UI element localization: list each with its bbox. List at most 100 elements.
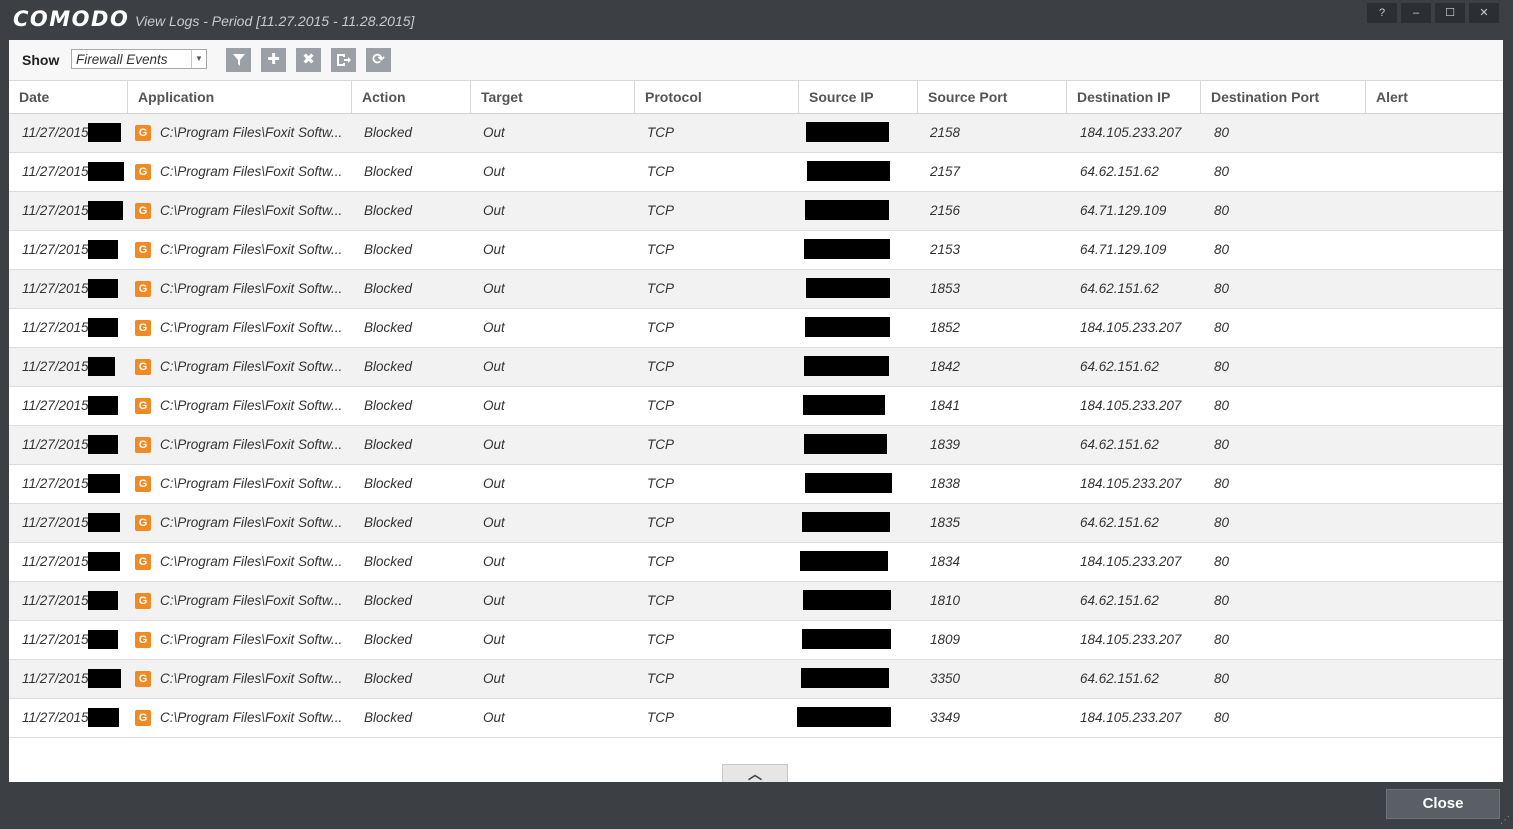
destination-port-cell: 80 <box>1214 437 1230 452</box>
action-cell: Blocked <box>364 359 413 374</box>
chevron-up-icon: ︿ <box>748 766 762 782</box>
destination-ip-cell: 184.105.233.207 <box>1080 398 1182 413</box>
destination-port-cell: 80 <box>1214 710 1230 725</box>
source-port-cell: 2156 <box>930 203 961 218</box>
refresh-button[interactable]: ⟳ <box>366 48 391 72</box>
target-cell: Out <box>483 632 505 647</box>
foxit-app-icon: G <box>135 281 151 297</box>
target-cell: Out <box>483 593 505 608</box>
help-button[interactable]: ? <box>1367 3 1397 23</box>
redacted-source-ip <box>797 707 891 727</box>
protocol-cell: TCP <box>647 398 674 413</box>
column-header-protocol[interactable]: Protocol <box>635 81 799 113</box>
application-cell: C:\Program Files\Foxit Softw... <box>160 203 343 218</box>
protocol-cell: TCP <box>647 320 674 335</box>
window-controls: ? – ☐ ✕ <box>1363 3 1499 23</box>
source-port-cell: 1838 <box>930 476 961 491</box>
destination-ip-cell: 184.105.233.207 <box>1080 710 1182 725</box>
table-row[interactable]: 11/27/2015 G C:\Program Files\Foxit Softw.… <box>9 660 1503 699</box>
destination-ip-cell: 64.62.151.62 <box>1080 164 1159 179</box>
column-header-action[interactable]: Action <box>352 81 471 113</box>
action-cell: Blocked <box>364 554 413 569</box>
add-button[interactable]: ✚ <box>261 48 286 72</box>
destination-port-cell: 80 <box>1214 593 1230 608</box>
table-row[interactable]: 11/27/2015 G C:\Program Files\Foxit Softw.… <box>9 543 1503 582</box>
maximize-button[interactable]: ☐ <box>1435 3 1465 23</box>
table-row[interactable]: 11/27/2015 G C:\Program Files\Foxit Softw.… <box>9 465 1503 504</box>
redacted-time <box>88 162 124 181</box>
table-row[interactable]: 11/27/2015 G C:\Program Files\Foxit Softw.… <box>9 582 1503 621</box>
date-cell: 11/27/2015 <box>22 242 89 257</box>
comodo-logo: COMODO <box>13 7 130 31</box>
destination-port-cell: 80 <box>1214 281 1230 296</box>
table-row[interactable]: 11/27/2015 G C:\Program Files\Foxit Softw.… <box>9 231 1503 270</box>
close-window-button[interactable]: ✕ <box>1469 3 1499 23</box>
column-header-destination-ip[interactable]: Destination IP <box>1067 81 1201 113</box>
action-cell: Blocked <box>364 203 413 218</box>
table-row[interactable]: 11/27/2015 G C:\Program Files\Foxit Softw.… <box>9 270 1503 309</box>
column-header-application[interactable]: Application <box>128 81 352 113</box>
filter-button[interactable] <box>226 48 251 72</box>
source-port-cell: 1842 <box>930 359 961 374</box>
table-row[interactable]: 11/27/2015 G C:\Program Files\Foxit Softw.… <box>9 426 1503 465</box>
export-button[interactable] <box>331 48 356 72</box>
table-row[interactable]: 11/27/2015 G C:\Program Files\Foxit Softw.… <box>9 621 1503 660</box>
target-cell: Out <box>483 320 505 335</box>
target-cell: Out <box>483 476 505 491</box>
target-cell: Out <box>483 164 505 179</box>
close-button[interactable]: Close <box>1386 789 1500 819</box>
date-cell: 11/27/2015 <box>22 164 89 179</box>
column-header-source-ip[interactable]: Source IP <box>799 81 918 113</box>
delete-icon: ✖ <box>302 51 315 68</box>
date-cell: 11/27/2015 <box>22 671 89 686</box>
application-cell: C:\Program Files\Foxit Softw... <box>160 671 343 686</box>
target-cell: Out <box>483 554 505 569</box>
column-header-target[interactable]: Target <box>471 81 635 113</box>
show-dropdown[interactable]: Firewall Events ▼ <box>71 49 207 69</box>
application-cell: C:\Program Files\Foxit Softw... <box>160 632 343 647</box>
table-row[interactable]: 11/27/2015 G C:\Program Files\Foxit Softw.… <box>9 504 1503 543</box>
destination-port-cell: 80 <box>1214 125 1230 140</box>
date-cell: 11/27/2015 <box>22 554 89 569</box>
date-cell: 11/27/2015 <box>22 593 89 608</box>
destination-port-cell: 80 <box>1214 164 1230 179</box>
table-row[interactable]: 11/27/2015 G C:\Program Files\Foxit Softw.… <box>9 114 1503 153</box>
action-cell: Blocked <box>364 632 413 647</box>
source-port-cell: 3350 <box>930 671 961 686</box>
minimize-button[interactable]: – <box>1401 3 1431 23</box>
date-cell: 11/27/2015 <box>22 476 89 491</box>
table-row[interactable]: 11/27/2015 G C:\Program Files\Foxit Softw.… <box>9 192 1503 231</box>
column-header-source-port[interactable]: Source Port <box>918 81 1067 113</box>
delete-button[interactable]: ✖ <box>296 48 321 72</box>
table-row[interactable]: 11/27/2015 G C:\Program Files\Foxit Softw.… <box>9 153 1503 192</box>
protocol-cell: TCP <box>647 281 674 296</box>
collapse-panel-button[interactable]: ︿ <box>722 764 788 782</box>
application-cell: C:\Program Files\Foxit Softw... <box>160 164 343 179</box>
redacted-source-ip <box>800 551 888 571</box>
table-row[interactable]: 11/27/2015 G C:\Program Files\Foxit Softw.… <box>9 348 1503 387</box>
target-cell: Out <box>483 242 505 257</box>
protocol-cell: TCP <box>647 437 674 452</box>
chevron-down-icon[interactable]: ▼ <box>191 50 206 68</box>
foxit-app-icon: G <box>135 320 151 336</box>
destination-ip-cell: 64.71.129.109 <box>1080 242 1167 257</box>
column-header-alert[interactable]: Alert <box>1366 81 1503 113</box>
destination-port-cell: 80 <box>1214 632 1230 647</box>
table-row[interactable]: 11/27/2015 G C:\Program Files\Foxit Softw.… <box>9 309 1503 348</box>
source-port-cell: 1853 <box>930 281 961 296</box>
redacted-source-ip <box>805 200 889 220</box>
destination-ip-cell: 184.105.233.207 <box>1080 554 1182 569</box>
date-cell: 11/27/2015 <box>22 710 89 725</box>
application-cell: C:\Program Files\Foxit Softw... <box>160 125 343 140</box>
redacted-time <box>88 123 121 142</box>
toolbar: Show Firewall Events ▼ ✚ ✖ ⟳ <box>9 40 1503 81</box>
table-row[interactable]: 11/27/2015 G C:\Program Files\Foxit Softw.… <box>9 699 1503 738</box>
table-row[interactable]: 11/27/2015 G C:\Program Files\Foxit Softw.… <box>9 387 1503 426</box>
source-port-cell: 2153 <box>930 242 961 257</box>
foxit-app-icon: G <box>135 710 151 726</box>
resize-grip-icon[interactable]: ⋰ <box>1500 815 1510 826</box>
date-cell: 11/27/2015 <box>22 281 89 296</box>
foxit-app-icon: G <box>135 359 151 375</box>
column-header-date[interactable]: Date <box>9 81 128 113</box>
column-header-destination-port[interactable]: Destination Port <box>1201 81 1366 113</box>
